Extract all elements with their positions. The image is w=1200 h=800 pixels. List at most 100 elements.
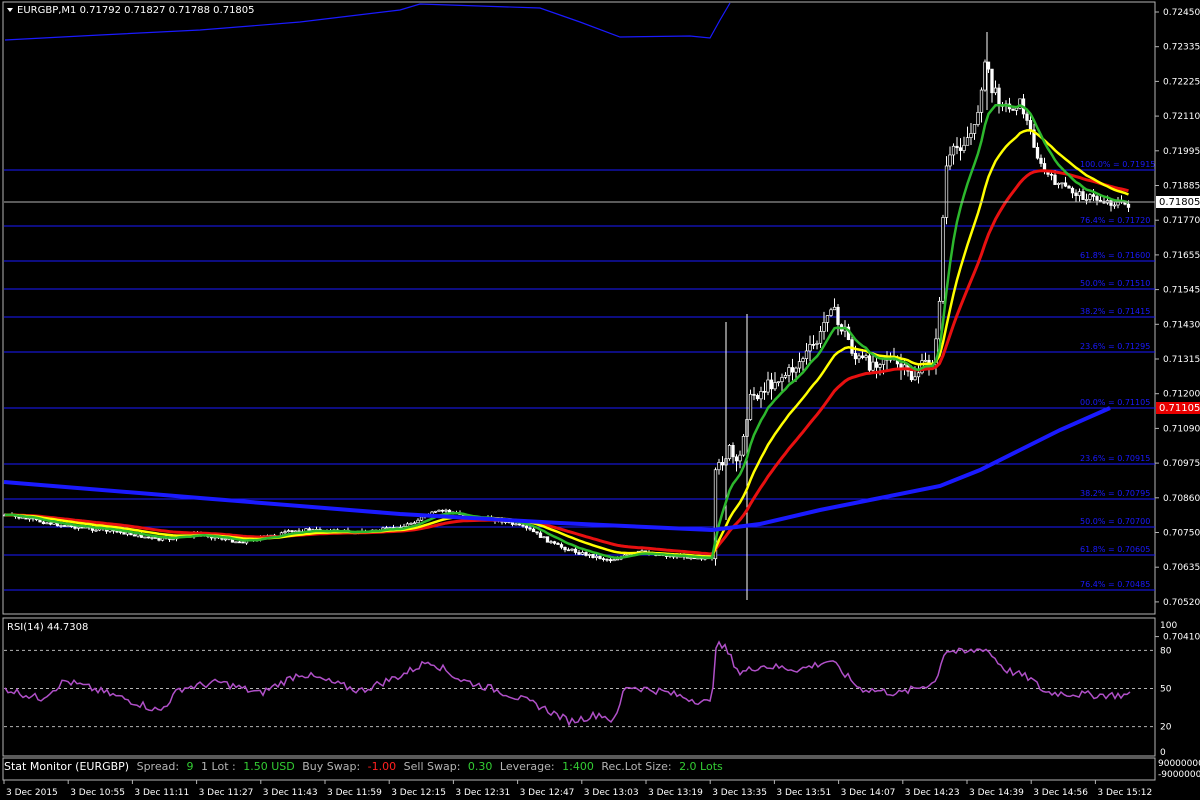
price-scale: 0.72450 0.72335 0.72225 0.72110 0.71995 0.718…: [1155, 8, 1200, 643]
candle-body: [1077, 191, 1082, 196]
candle-body: [1049, 173, 1054, 176]
sell-swap-label: Sell Swap:: [403, 760, 461, 773]
candle-body: [1112, 204, 1117, 207]
candle-body: [1095, 196, 1099, 201]
candle-body: [1067, 185, 1071, 189]
ma-blue-line: [3, 406, 1111, 533]
candle-body: [752, 393, 756, 396]
buy-swap-label: Buy Swap:: [302, 760, 361, 773]
candle-body: [1053, 174, 1057, 185]
rsi-title: RSI(14) 44.7308: [7, 622, 88, 633]
candle-body: [787, 367, 791, 376]
candle-body: [66, 525, 70, 528]
candle-body: [545, 536, 550, 543]
fib-label: 23.6% = 0.71295: [1080, 342, 1150, 351]
candle-body: [433, 510, 438, 513]
candle-body: [881, 358, 886, 365]
candle-body: [293, 530, 298, 533]
candle-body: [1028, 120, 1033, 131]
candle-body: [517, 523, 522, 526]
stat-monitor-title: Stat Monitor (EURGBP): [4, 760, 130, 773]
candle-body: [916, 372, 921, 378]
candle-body: [766, 379, 770, 393]
main-chart-header: EURGBP,M1 0.71792 0.71827 0.71788 0.7180…: [17, 5, 255, 16]
time-label: 3 Dec 14:07: [841, 788, 896, 798]
candle-body: [734, 456, 739, 462]
candle-body: [836, 306, 840, 325]
candle-body: [384, 527, 389, 529]
candle-body: [605, 558, 609, 561]
ma-yellow-line: [4, 129, 1129, 558]
time-label: 3 Dec 11:59: [327, 788, 382, 798]
spread-value: 9: [186, 760, 194, 773]
lot-size-label: Rec.Lot Size:: [601, 760, 672, 773]
candle-body: [997, 87, 1001, 106]
candle-body: [132, 534, 137, 537]
candle-body: [1060, 182, 1064, 185]
candle-body: [580, 552, 585, 555]
candle-body: [577, 552, 581, 555]
stat-monitor-bar: Stat Monitor (EURGBP) Spread: 9 1 Lot : …: [4, 760, 727, 776]
candle-body: [237, 541, 242, 544]
stat-scale-top: 90000000: [1158, 759, 1200, 769]
buy-swap-value: -1.00: [367, 760, 397, 773]
candle-body: [944, 165, 949, 218]
candle-body: [615, 558, 620, 561]
candle-body: [822, 322, 826, 332]
candle-body: [720, 462, 725, 466]
candle-body: [1056, 183, 1061, 185]
candle-body: [612, 559, 616, 562]
candle-body: [797, 361, 802, 369]
candle-body: [1011, 108, 1015, 111]
candle-body: [409, 522, 413, 525]
candle-body: [69, 525, 74, 528]
triangle-down-icon[interactable]: [7, 8, 13, 12]
candle-body: [122, 531, 126, 535]
candle-body: [965, 137, 970, 146]
rsi-level-lines: [4, 649, 1155, 728]
candle-body: [738, 454, 742, 462]
candle-body: [878, 364, 882, 368]
fib-label: 38.2% = 0.70795: [1080, 489, 1150, 498]
candle-body: [801, 358, 805, 362]
candle-body: [528, 527, 532, 530]
price-label: 0.72225: [1163, 77, 1200, 87]
candle-body: [1035, 147, 1040, 159]
candle-body: [94, 529, 98, 532]
candle-body: [566, 549, 571, 552]
candle-body: [444, 509, 448, 512]
candle-body: [286, 530, 291, 533]
candle-body: [864, 355, 868, 358]
candle-body: [223, 538, 228, 541]
candle-body: [150, 537, 154, 539]
candle-body: [972, 124, 977, 134]
fib-label: 61.8% = 0.70605: [1080, 545, 1150, 554]
candle-body: [783, 375, 788, 378]
price-label: 0.71200: [1163, 390, 1200, 400]
price-label: 0.71545: [1163, 286, 1200, 296]
price-label: 0.71315: [1163, 355, 1200, 365]
candle-body: [976, 112, 980, 125]
candle-body: [983, 61, 987, 91]
chart-window[interactable]: 100.0% = 0.71915 76.4% = 0.71720 61.8% = 0…: [0, 0, 1200, 800]
price-label: 0.72110: [1163, 112, 1200, 122]
time-label: 3 Dec 14:56: [1033, 788, 1088, 798]
price-label: 0.71995: [1163, 147, 1200, 157]
candle-body: [825, 315, 830, 323]
candle-body: [146, 536, 151, 539]
candle-body: [776, 381, 781, 384]
lot-label: 1 Lot :: [201, 760, 236, 773]
fib-label: 00.0% = 0.71105: [1080, 398, 1150, 407]
candle-body: [524, 525, 529, 529]
candle-body: [762, 390, 767, 393]
candle-body: [143, 536, 147, 539]
candle-body: [419, 516, 424, 521]
price-label: 0.71770: [1163, 216, 1200, 226]
candle-body: [115, 530, 119, 533]
fib-label: 23.6% = 0.70915: [1080, 454, 1150, 463]
candle-body: [1025, 113, 1029, 121]
candle-body: [769, 379, 774, 390]
candle-body: [416, 519, 420, 524]
candle-body: [556, 543, 560, 545]
candle-body: [804, 350, 809, 359]
